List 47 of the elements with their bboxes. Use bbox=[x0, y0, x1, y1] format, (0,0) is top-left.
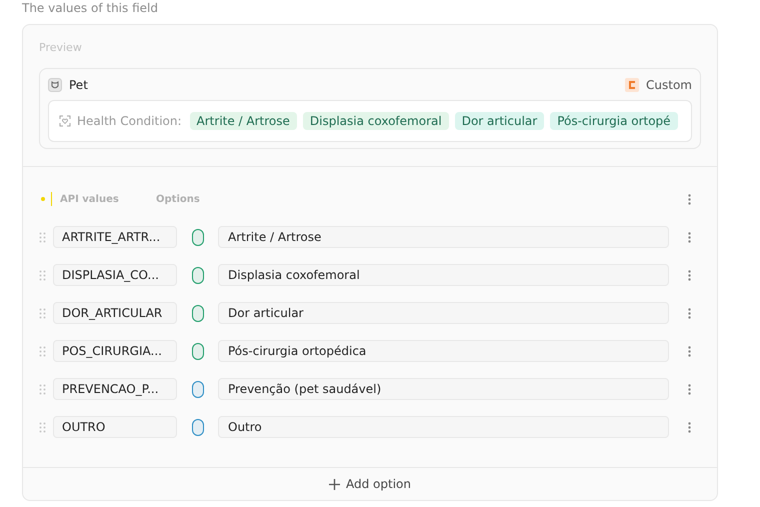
option-label-field[interactable]: Prevenção (pet saudável) bbox=[218, 378, 669, 400]
drag-handle-icon[interactable] bbox=[39, 232, 46, 242]
more-icon bbox=[688, 232, 690, 242]
drag-handle-icon[interactable] bbox=[39, 384, 46, 394]
value-tag: Artrite / Artrose bbox=[190, 112, 297, 130]
color-swatch[interactable] bbox=[192, 266, 204, 284]
option-label-field[interactable]: Pós-cirurgia ortopédica bbox=[218, 340, 669, 362]
field-label: Health Condition: bbox=[77, 114, 182, 128]
drag-handle-icon[interactable] bbox=[39, 422, 46, 432]
api-value-field[interactable]: OUTRO bbox=[53, 416, 177, 438]
status-dot bbox=[41, 197, 45, 201]
more-icon bbox=[688, 384, 690, 394]
option-label-field[interactable]: Artrite / Artrose bbox=[218, 226, 669, 248]
add-option-button[interactable]: Add option bbox=[325, 475, 415, 493]
heart-scan-icon bbox=[59, 115, 71, 127]
more-icon bbox=[688, 346, 690, 356]
option-label-field[interactable]: Outro bbox=[218, 416, 669, 438]
custom-label: Custom bbox=[646, 78, 692, 92]
drag-handle-icon[interactable] bbox=[39, 270, 46, 280]
more-icon bbox=[688, 308, 690, 318]
column-header: Options bbox=[156, 194, 201, 204]
column-header: API values bbox=[60, 194, 120, 204]
color-swatch[interactable] bbox=[192, 380, 204, 398]
color-swatch[interactable] bbox=[192, 342, 204, 360]
more-icon bbox=[688, 194, 690, 204]
color-swatch[interactable] bbox=[192, 418, 204, 436]
option-label-field[interactable]: Dor articular bbox=[218, 302, 669, 324]
drag-handle-icon[interactable] bbox=[39, 346, 46, 356]
api-value-field[interactable]: ARTRITE_ARTR... bbox=[53, 226, 177, 248]
section-hint: The values of this field bbox=[22, 0, 159, 16]
value-tag: Pós-cirurgia ortopé bbox=[550, 112, 678, 130]
plus-icon bbox=[329, 478, 340, 490]
color-swatch[interactable] bbox=[192, 304, 204, 322]
value-tag: Dor articular bbox=[454, 112, 544, 130]
option-label-field[interactable]: Displasia coxofemoral bbox=[218, 264, 669, 286]
more-icon bbox=[688, 270, 690, 280]
more-icon bbox=[688, 422, 690, 432]
api-value-field[interactable]: DISPLASIA_CO... bbox=[53, 264, 177, 286]
api-value-field[interactable]: DOR_ARTICULAR bbox=[53, 302, 177, 324]
api-value-field[interactable]: PREVENCAO_P... bbox=[53, 378, 177, 400]
value-tag: Displasia coxofemoral bbox=[302, 112, 449, 130]
drag-handle-icon[interactable] bbox=[39, 308, 46, 318]
color-swatch[interactable] bbox=[192, 228, 204, 246]
preview-label: Preview bbox=[39, 41, 83, 54]
custom-icon bbox=[625, 78, 640, 92]
api-value-field[interactable]: POS_CIRURGIA... bbox=[53, 340, 177, 362]
entity-name: Pet bbox=[69, 78, 88, 92]
